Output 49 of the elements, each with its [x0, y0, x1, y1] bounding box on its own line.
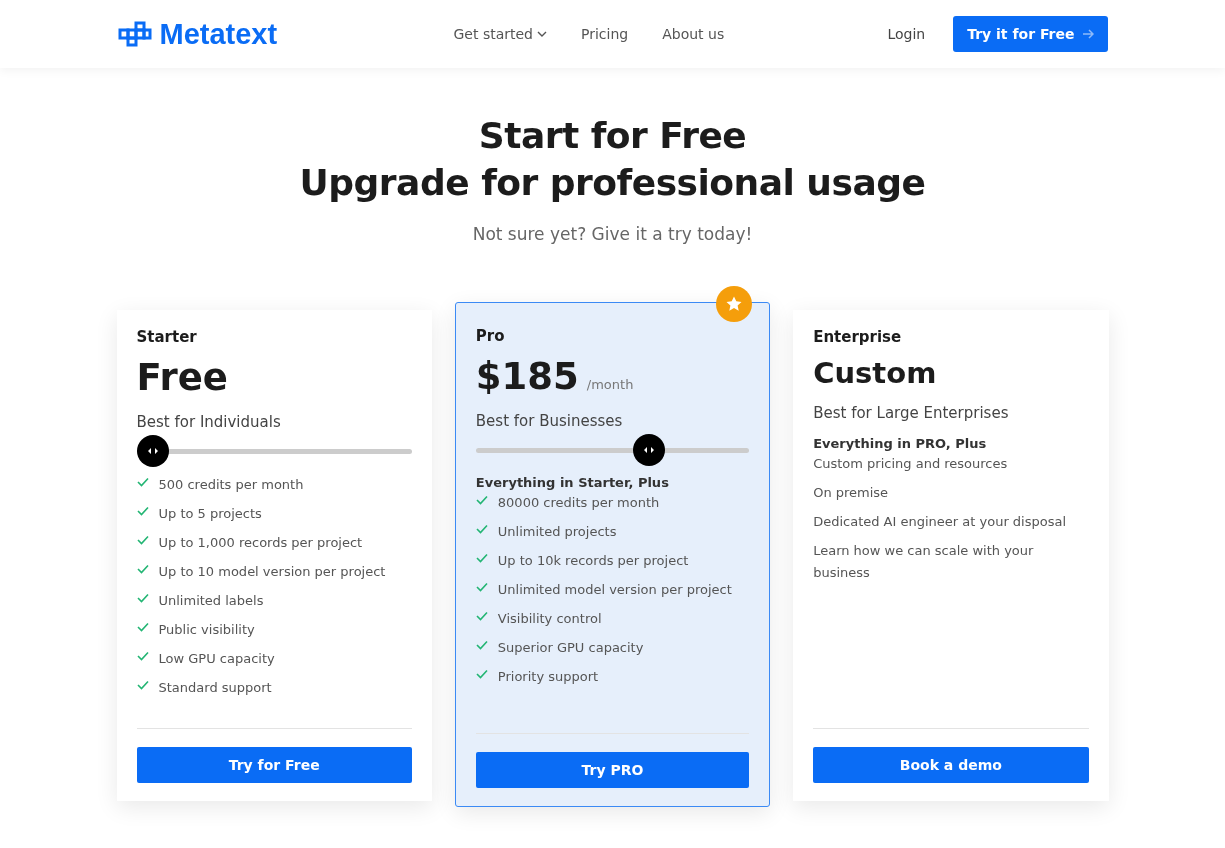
- feature-text: Superior GPU capacity: [497, 639, 644, 657]
- feature-text: Priority support: [497, 668, 599, 686]
- hero-subtitle: Not sure yet? Give it a try today!: [471, 224, 754, 244]
- feature-text: 80000 credits per month: [497, 494, 660, 512]
- feature-text: On premise: [813, 484, 889, 502]
- nav-link[interactable]: Pricing: [581, 26, 629, 42]
- feature-text: Up to 10 model version per project: [158, 563, 386, 581]
- plan-name: Starter: [136, 328, 198, 346]
- hero-title: Upgrade for professional usage: [298, 161, 927, 205]
- feature-text: Up to 5 projects: [158, 505, 262, 523]
- feature-text: Up to 1,000 records per project: [158, 534, 363, 552]
- feature-text: Custom pricing and resources: [813, 455, 1008, 473]
- hero-title: Start for Free: [477, 114, 748, 158]
- arrow-right-icon: [1081, 29, 1094, 39]
- plan-audience: Best for Individuals: [136, 413, 282, 431]
- feature-text: 500 credits per month: [158, 476, 304, 494]
- plan-button[interactable]: Book a demo: [813, 747, 1089, 783]
- feature-heading: Everything in Starter, Plus: [475, 475, 670, 490]
- feature-text: Low GPU capacity: [158, 650, 275, 668]
- login-link[interactable]: Login: [887, 26, 926, 42]
- price-period: /month: [586, 377, 634, 392]
- feature-text: Up to 10k records per project: [497, 552, 689, 570]
- logo-icon: [117, 21, 152, 47]
- plan-button[interactable]: Try for Free: [136, 747, 412, 783]
- plan-name: Pro: [475, 327, 506, 345]
- plan-price: Custom: [813, 356, 937, 390]
- feature-text: Unlimited model version per project: [497, 581, 732, 599]
- star-badge-icon: [716, 286, 753, 322]
- slider-thumb[interactable]: [136, 435, 169, 467]
- plan-price: $185: [475, 355, 579, 398]
- feature-text: Learn how we can scale with your business: [813, 542, 1035, 582]
- plan-audience: Best for Large Enterprises: [813, 404, 1010, 422]
- feature-text: Public visibility: [158, 621, 255, 639]
- slider-thumb[interactable]: [632, 434, 665, 466]
- plan-button[interactable]: Try PRO: [475, 752, 750, 788]
- feature-text: Visibility control: [497, 610, 602, 628]
- chevron-down-icon: [537, 31, 547, 37]
- try-free-button[interactable]: Try it for Free: [953, 16, 1108, 52]
- feature-heading: Everything in PRO, Plus: [813, 436, 988, 451]
- feature-text: Standard support: [158, 679, 272, 697]
- feature-text: Dedicated AI engineer at your disposal: [813, 513, 1067, 531]
- feature-text: Unlimited projects: [497, 523, 617, 541]
- nav-link[interactable]: About us: [662, 26, 725, 42]
- plan-name: Enterprise: [813, 328, 903, 346]
- plan-price: Free: [136, 356, 228, 399]
- logo-text[interactable]: Metatext: [159, 17, 278, 51]
- plan-audience: Best for Businesses: [475, 412, 624, 430]
- feature-text: Unlimited labels: [158, 592, 264, 610]
- nav-link[interactable]: Get started: [453, 26, 547, 42]
